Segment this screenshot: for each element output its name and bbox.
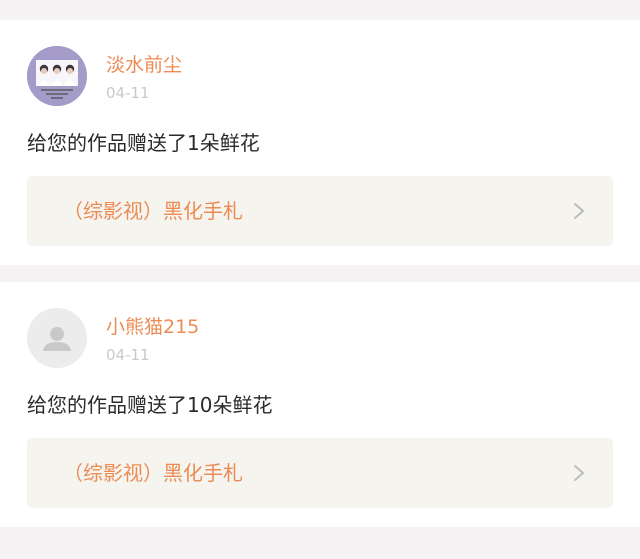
chevron-right-icon: [574, 465, 584, 481]
username[interactable]: 小熊猫215: [106, 315, 199, 339]
work-link[interactable]: （综影视）黑化手札: [27, 176, 613, 246]
work-link[interactable]: （综影视）黑化手札: [27, 438, 613, 508]
notification-card: 淡水前尘 04-11 给您的作品赠送了1朵鲜花 （综影视）黑化手札: [0, 20, 640, 265]
username[interactable]: 淡水前尘: [106, 53, 182, 77]
timestamp: 04-11: [106, 346, 150, 364]
notification-message: 给您的作品赠送了1朵鲜花: [27, 131, 260, 155]
notification-card: 小熊猫215 04-11 给您的作品赠送了10朵鲜花 （综影视）黑化手札: [0, 282, 640, 527]
chevron-right-icon: [574, 203, 584, 219]
work-title: （综影视）黑化手札: [63, 199, 243, 223]
notification-message: 给您的作品赠送了10朵鲜花: [27, 393, 273, 417]
work-title: （综影视）黑化手札: [63, 461, 243, 485]
timestamp: 04-11: [106, 84, 150, 102]
user-avatar[interactable]: [27, 46, 87, 106]
user-photo-avatar-icon: [27, 46, 87, 106]
notification-feed: 淡水前尘 04-11 给您的作品赠送了1朵鲜花 （综影视）黑化手札 小熊猫215…: [0, 0, 640, 559]
user-avatar[interactable]: [27, 308, 87, 368]
default-user-avatar-icon: [27, 308, 87, 368]
